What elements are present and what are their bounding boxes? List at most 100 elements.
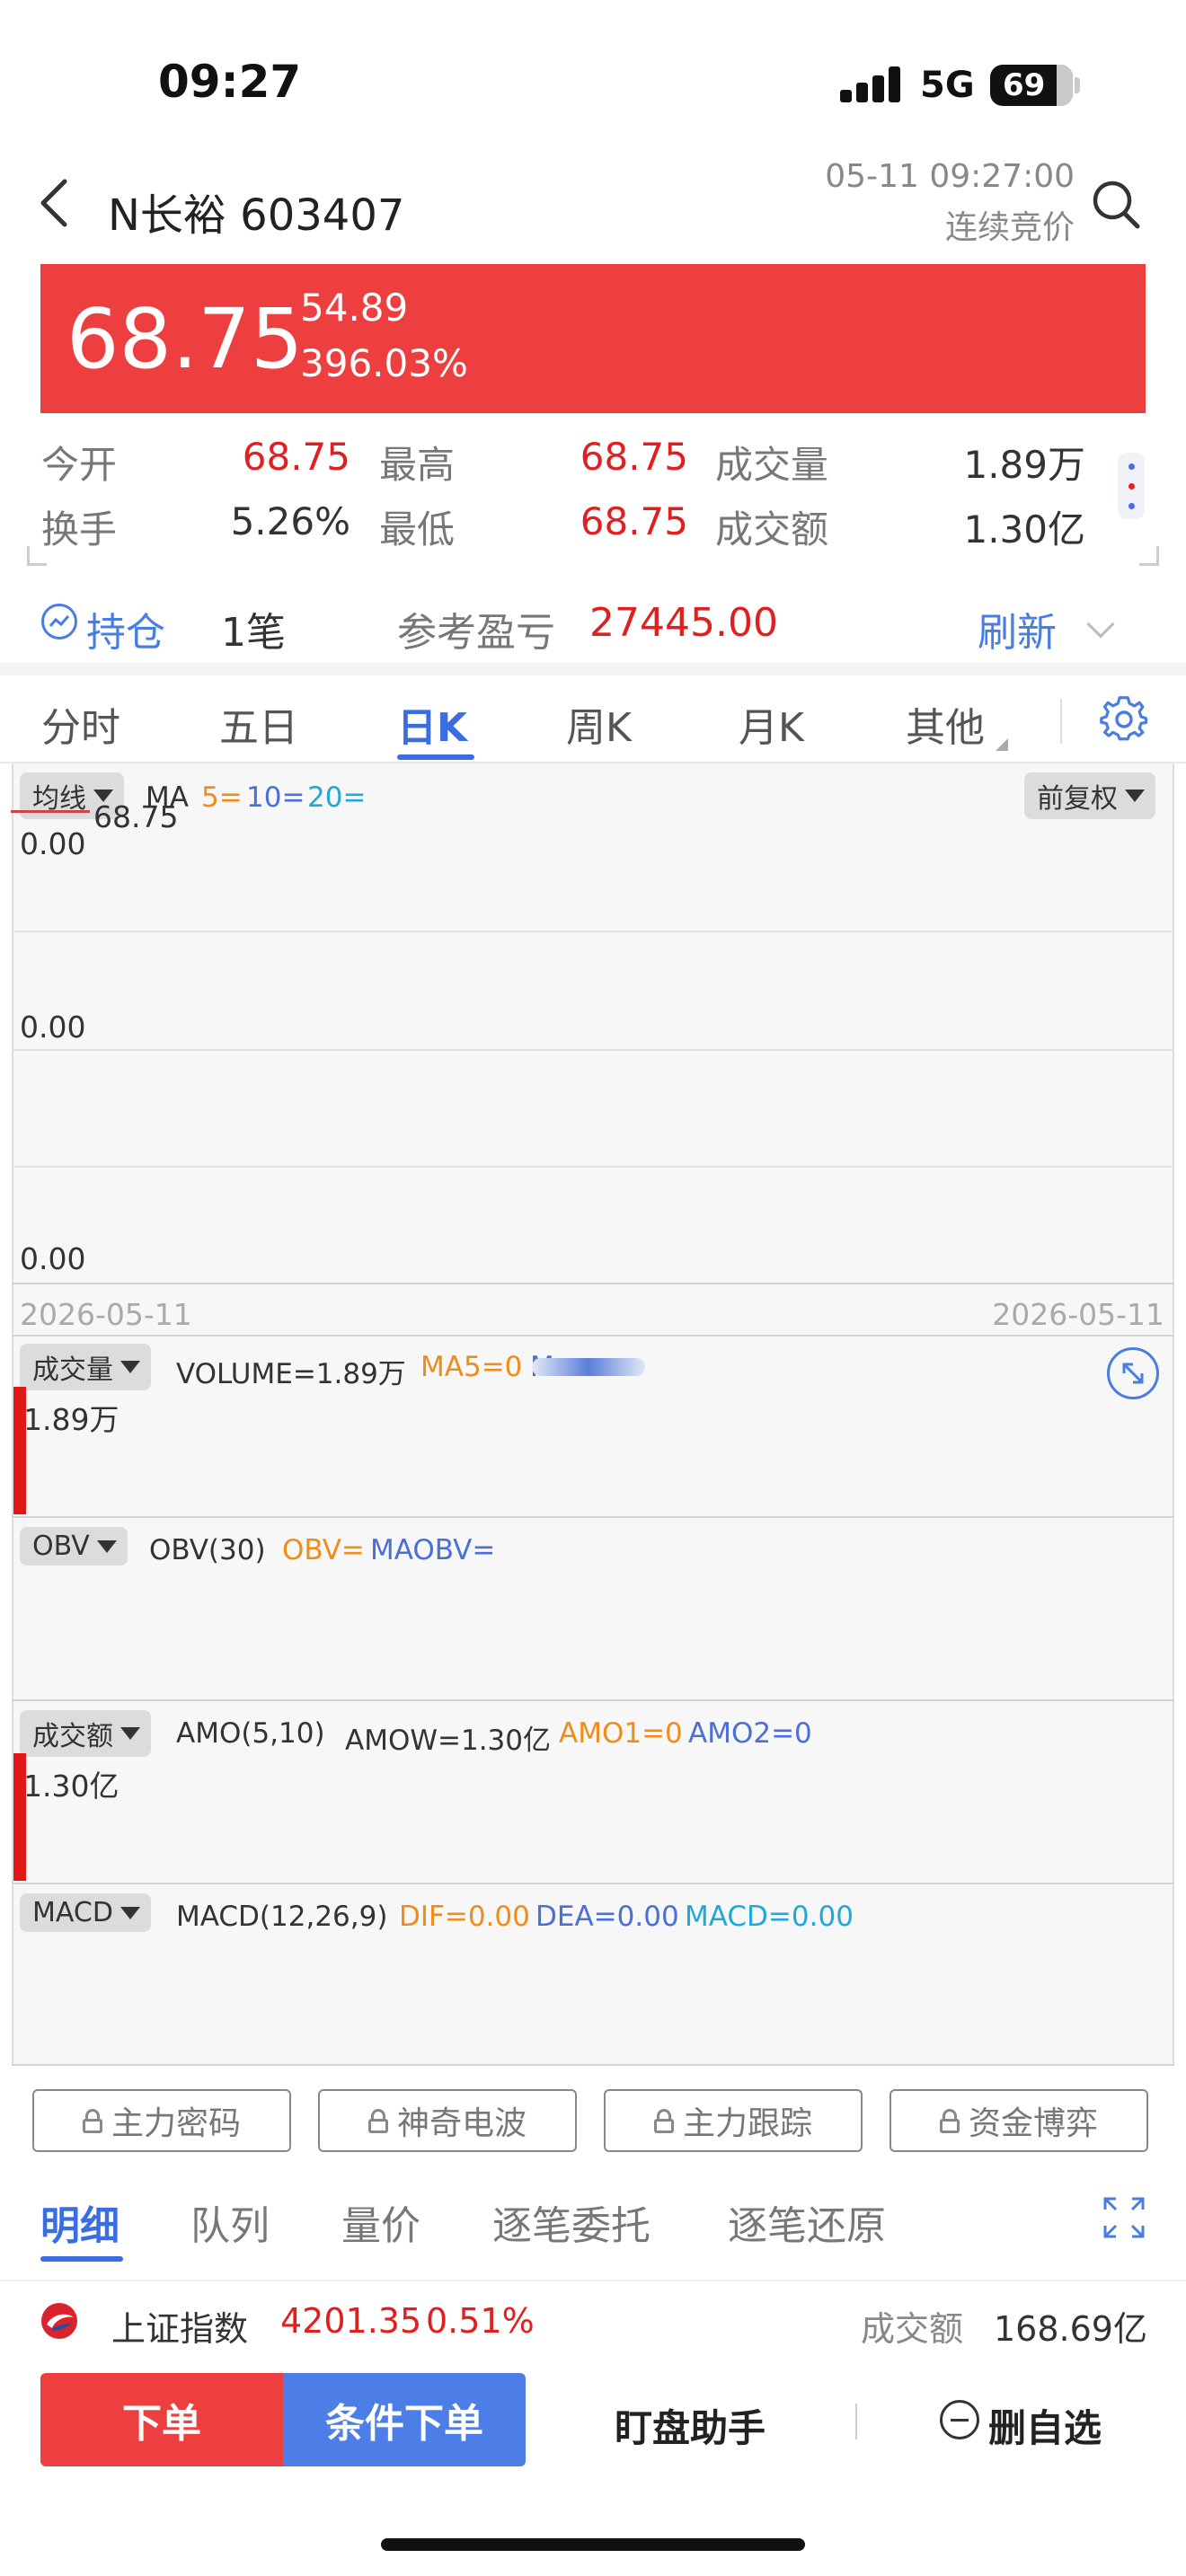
tab-five-day[interactable]: 五日: [219, 695, 298, 753]
action-separator: [855, 2404, 857, 2439]
y-axis-mid: 0.00: [20, 1010, 86, 1045]
amo2-value: AMO2=0: [688, 1717, 812, 1750]
lock-icon: [367, 2109, 388, 2133]
gear-icon[interactable]: [1100, 695, 1148, 744]
corner-mark: [27, 546, 47, 566]
section-divider: [0, 663, 1186, 675]
y-axis-top: 0.00: [20, 826, 86, 861]
volume-ma5: MA5=0: [420, 1351, 523, 1383]
conditional-order-button[interactable]: 条件下单: [283, 2373, 526, 2466]
caret-down-icon: [120, 1727, 140, 1740]
kline-chart[interactable]: [12, 763, 1174, 2064]
tab-detail[interactable]: 明细: [40, 2193, 119, 2251]
back-arrow-icon[interactable]: [36, 176, 72, 230]
trading-phase: 连续竞价: [944, 209, 1075, 246]
battery-tip: [1075, 77, 1080, 93]
lock-feature-label: 主力密码: [111, 2105, 241, 2142]
index-amount: 168.69亿: [994, 2309, 1147, 2349]
other-dropdown-icon: [996, 738, 1008, 751]
high-value: 68.75: [580, 435, 688, 479]
low-label: 最低: [379, 507, 456, 551]
network-type: 5G: [920, 65, 975, 106]
chart-bottom-line: [12, 2064, 1174, 2066]
battery-icon: 69: [990, 65, 1073, 106]
more-quote-icon[interactable]: [1118, 453, 1145, 519]
volume-value-label: 1.89万: [23, 1402, 119, 1437]
obv-value: OBV=: [282, 1534, 365, 1566]
adjust-selector[interactable]: 前复权: [1024, 772, 1155, 819]
price-change: 54.89: [300, 286, 409, 330]
open-value: 68.75: [242, 435, 350, 479]
tab-monthly-k[interactable]: 月K: [739, 695, 804, 753]
last-price-label: 68.75: [93, 799, 179, 834]
status-time: 09:27: [158, 56, 302, 108]
index-name[interactable]: 上证指数: [111, 2301, 248, 2351]
tab-volume-price[interactable]: 量价: [341, 2193, 420, 2251]
last-price-line: [11, 810, 90, 813]
tab-other[interactable]: 其他: [906, 695, 985, 753]
ma5-value: 5=: [201, 781, 243, 814]
panel-divider: [12, 1335, 1174, 1337]
caret-down-icon: [1125, 790, 1145, 802]
lock-feature-button[interactable]: 资金博弈: [890, 2089, 1148, 2152]
home-indicator[interactable]: [381, 2538, 805, 2551]
lock-icon: [653, 2109, 674, 2133]
adjust-label: 前复权: [1037, 783, 1118, 815]
minus-circle-icon[interactable]: [940, 2400, 979, 2439]
pnl-label: 参考盈亏: [397, 610, 555, 656]
tab-daily-k[interactable]: 日K: [397, 695, 467, 753]
tab-tick-orders[interactable]: 逐笔委托: [492, 2193, 651, 2251]
search-icon[interactable]: [1091, 178, 1141, 232]
amount-selector-label: 成交额: [32, 1721, 113, 1752]
tab-tick-replay[interactable]: 逐笔还原: [728, 2193, 886, 2251]
grid-line: [12, 1283, 1174, 1284]
fullscreen-icon[interactable]: [1103, 2197, 1145, 2238]
obv-selector[interactable]: OBV: [20, 1527, 128, 1566]
grid-line: [12, 1166, 1174, 1168]
corner-mark: [1139, 546, 1159, 566]
turnover-label: 换手: [41, 507, 118, 551]
detail-tab-indicator: [40, 2256, 123, 2262]
volume-selector[interactable]: 成交量: [20, 1344, 151, 1390]
watch-assistant-button[interactable]: 盯盘助手: [615, 2398, 766, 2453]
refresh-button[interactable]: 刷新: [978, 600, 1057, 657]
volume-indicator: VOLUME=1.89万: [176, 1358, 406, 1390]
grid-line: [12, 1049, 1174, 1051]
obv-selector-label: OBV: [32, 1531, 90, 1562]
ma20-value: 20=: [307, 781, 367, 814]
section-divider: [0, 2280, 1186, 2281]
remove-watchlist-button[interactable]: 删自选: [988, 2398, 1102, 2453]
dea-value: DEA=0.00: [535, 1901, 679, 1933]
lock-feature-button[interactable]: 主力跟踪: [604, 2089, 863, 2152]
date-start: 2026-05-11: [20, 1297, 192, 1332]
index-change-pct: 0.51%: [426, 2301, 535, 2341]
grid-line: [12, 931, 1174, 932]
tab-intraday[interactable]: 分时: [41, 695, 120, 753]
order-button[interactable]: 下单: [40, 2373, 283, 2466]
panel-divider: [12, 1699, 1174, 1701]
expand-icon[interactable]: [1107, 1347, 1159, 1399]
lock-feature-button[interactable]: 主力密码: [32, 2089, 291, 2152]
pnl-value: 27445.00: [589, 600, 778, 646]
low-value: 68.75: [580, 499, 688, 543]
panel-divider: [12, 1516, 1174, 1518]
lock-feature-label: 神奇电波: [396, 2105, 527, 2142]
tab-weekly-k[interactable]: 周K: [566, 695, 632, 753]
turnover-value: 5.26%: [230, 499, 350, 543]
caret-down-icon: [96, 1539, 117, 1553]
amount-value-label: 1.30亿: [23, 1769, 119, 1804]
chevron-down-icon[interactable]: [1086, 610, 1115, 639]
position-label[interactable]: 持仓: [86, 600, 165, 657]
quote-datetime: 05-11 09:27:00: [825, 158, 1075, 195]
scroll-marquee: [532, 1358, 645, 1376]
volume-selector-label: 成交量: [32, 1354, 113, 1386]
macd-indicator: MACD(12,26,9): [176, 1901, 388, 1933]
macd-selector[interactable]: MACD: [20, 1893, 151, 1932]
ma10-value: 10=: [246, 781, 305, 814]
caret-down-icon: [120, 1361, 140, 1373]
index-amount-label: 成交额: [861, 2309, 964, 2349]
amount-selector[interactable]: 成交额: [20, 1710, 151, 1757]
lock-feature-button[interactable]: 神奇电波: [318, 2089, 577, 2152]
macd-selector-label: MACD: [32, 1897, 113, 1928]
tab-queue[interactable]: 队列: [190, 2193, 270, 2251]
